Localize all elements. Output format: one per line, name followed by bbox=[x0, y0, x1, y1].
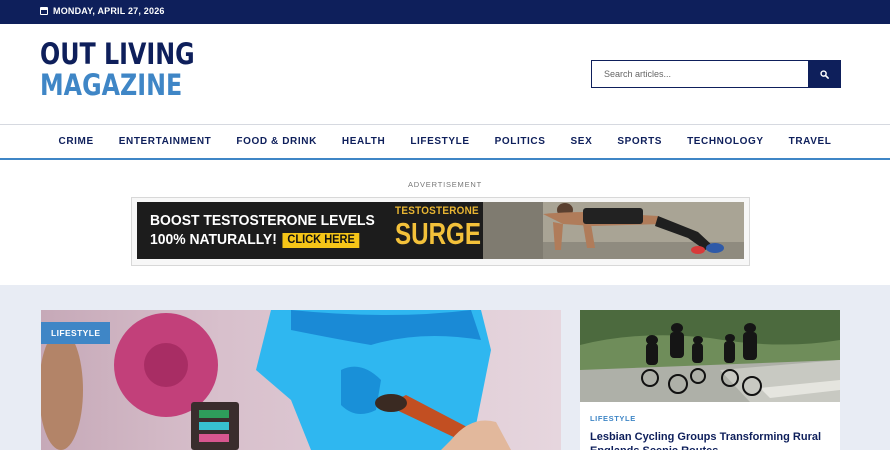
nav-list: CRIME ENTERTAINMENT FOOD & DRINK HEALTH … bbox=[0, 125, 890, 158]
card-image bbox=[580, 310, 840, 402]
top-bar: MONDAY, APRIL 27, 2026 bbox=[0, 0, 890, 24]
nav-item-food-drink[interactable]: FOOD & DRINK bbox=[224, 136, 330, 147]
calendar-icon bbox=[40, 7, 48, 15]
date-display: MONDAY, APRIL 27, 2026 bbox=[40, 6, 165, 16]
article-card[interactable]: LIFESTYLE Lesbian Cycling Groups Transfo… bbox=[580, 310, 840, 450]
card-title[interactable]: Lesbian Cycling Groups Transforming Rura… bbox=[590, 430, 830, 450]
card-category[interactable]: LIFESTYLE bbox=[590, 414, 636, 423]
ad-line-2: 100% NATURALLY! bbox=[150, 232, 277, 248]
ad-photo-pushup bbox=[483, 202, 744, 259]
nav-item-technology[interactable]: TECHNOLOGY bbox=[675, 136, 777, 147]
ad-section: ADVERTISEMENT BOOST TESTOSTERONE LEVELS … bbox=[0, 161, 890, 285]
ad-line-1: BOOST TESTOSTERONE LEVELS bbox=[150, 213, 375, 229]
pushup-figure-image bbox=[483, 202, 744, 259]
site-logo[interactable]: OUT LIVING MAGAZINE bbox=[40, 39, 195, 101]
nav-item-sex[interactable]: SEX bbox=[558, 136, 605, 147]
search-icon bbox=[820, 69, 829, 79]
main-content: LIFESTYLE LIFESTYLE Lesbian Cycling Grou… bbox=[0, 285, 890, 450]
nav-item-lifestyle[interactable]: LIFESTYLE bbox=[398, 136, 482, 147]
search-input[interactable] bbox=[591, 60, 808, 88]
featured-category-badge[interactable]: LIFESTYLE bbox=[41, 322, 111, 344]
cyclists-image bbox=[580, 310, 840, 402]
site-header: OUT LIVING MAGAZINE bbox=[0, 24, 890, 124]
ad-brand-bottom: SURGE bbox=[395, 216, 481, 251]
search-button[interactable] bbox=[808, 60, 841, 88]
date-text: MONDAY, APRIL 27, 2026 bbox=[53, 6, 165, 16]
ad-banner[interactable]: BOOST TESTOSTERONE LEVELS 100% NATURALLY… bbox=[137, 202, 744, 259]
logo-line-2: MAGAZINE bbox=[40, 68, 183, 102]
nav-item-crime[interactable]: CRIME bbox=[46, 136, 106, 147]
featured-image bbox=[41, 310, 561, 450]
nav-item-politics[interactable]: POLITICS bbox=[482, 136, 558, 147]
ad-cta-button[interactable]: CLICK HERE bbox=[282, 233, 360, 248]
search-form bbox=[591, 60, 841, 88]
featured-article[interactable]: LIFESTYLE bbox=[41, 310, 561, 450]
nav-item-entertainment[interactable]: ENTERTAINMENT bbox=[106, 136, 224, 147]
ad-label: ADVERTISEMENT bbox=[407, 180, 483, 189]
nav-item-sports[interactable]: SPORTS bbox=[605, 136, 675, 147]
nav-item-travel[interactable]: TRAVEL bbox=[776, 136, 844, 147]
ad-line-2-row: 100% NATURALLY! CLICK HERE bbox=[150, 231, 375, 250]
main-nav: CRIME ENTERTAINMENT FOOD & DRINK HEALTH … bbox=[0, 124, 890, 160]
ad-frame: BOOST TESTOSTERONE LEVELS 100% NATURALLY… bbox=[131, 197, 750, 266]
ad-headline: BOOST TESTOSTERONE LEVELS 100% NATURALLY… bbox=[150, 212, 375, 250]
logo-line-1: OUT LIVING bbox=[40, 37, 195, 71]
nav-item-health[interactable]: HEALTH bbox=[329, 136, 397, 147]
